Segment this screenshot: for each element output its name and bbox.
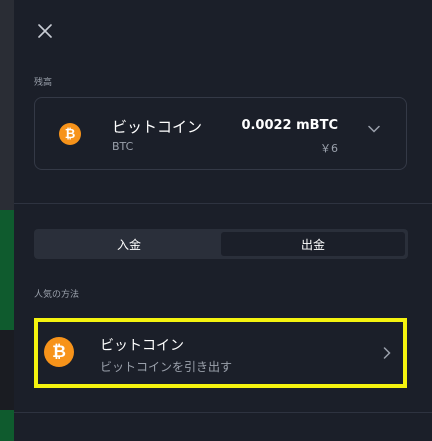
divider bbox=[14, 412, 432, 413]
tab-withdraw[interactable]: 出金 bbox=[221, 232, 405, 256]
bitcoin-icon: ₿ bbox=[59, 123, 81, 145]
deposit-withdraw-tabs: 入金 出金 bbox=[34, 229, 408, 259]
popular-methods-label: 人気の方法 bbox=[34, 290, 80, 300]
method-item-bitcoin[interactable]: ₿ ビットコイン ビットコインを引き出す bbox=[34, 318, 407, 388]
balance-currency-code: BTC bbox=[112, 140, 134, 153]
tab-deposit[interactable]: 入金 bbox=[37, 232, 221, 256]
balance-currency-name: ビットコイン bbox=[112, 118, 203, 136]
balance-card[interactable]: ₿ ビットコイン BTC 0.0022 mBTC ￥6 bbox=[34, 97, 407, 170]
wallet-panel: 残高 ₿ ビットコイン BTC 0.0022 mBTC ￥6 入金 出金 人気の… bbox=[14, 0, 432, 441]
balance-amount: 0.0022 mBTC bbox=[241, 118, 338, 133]
close-button[interactable] bbox=[34, 20, 56, 42]
bitcoin-icon: ₿ bbox=[44, 337, 74, 367]
balance-fiat-value: ￥6 bbox=[320, 142, 338, 155]
method-subtitle: ビットコインを引き出す bbox=[100, 360, 233, 374]
close-icon bbox=[38, 24, 52, 38]
method-title: ビットコイン bbox=[100, 338, 184, 354]
background-page bbox=[0, 0, 14, 441]
balance-label: 残高 bbox=[34, 78, 53, 88]
divider bbox=[14, 203, 432, 204]
chevron-down-icon[interactable] bbox=[368, 125, 380, 133]
background-dark-area bbox=[0, 330, 14, 410]
chevron-right-icon bbox=[383, 347, 391, 359]
